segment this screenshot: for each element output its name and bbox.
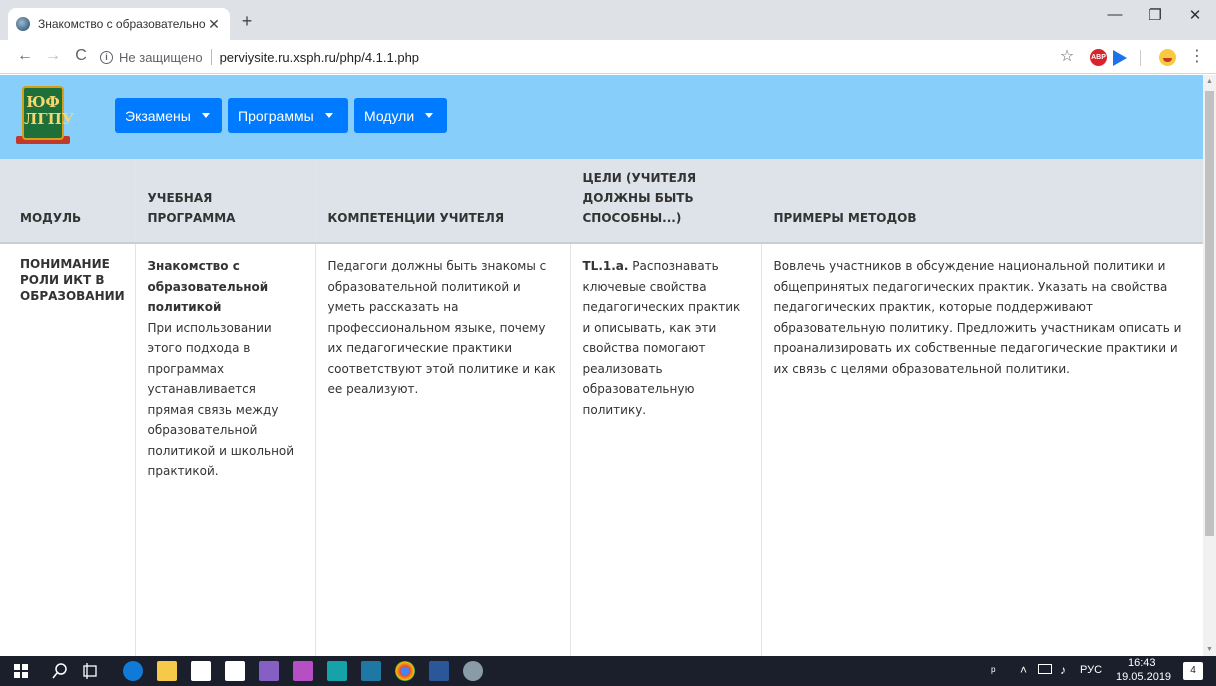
tab-close-icon[interactable]: ✕ xyxy=(206,16,222,33)
menu-exams-label: Экзамены xyxy=(125,107,191,124)
page-scrollbar[interactable]: ▲ ▼ xyxy=(1203,75,1216,656)
chevron-down-icon xyxy=(324,113,333,118)
emoji-extension-icon[interactable] xyxy=(1159,49,1176,66)
menu-modules-button[interactable]: Модули xyxy=(354,98,447,133)
program-text: При использовании этого подхода в програ… xyxy=(147,320,295,479)
windows-taskbar: ᵖ ˄ ♪ РУС 16:43 19.05.2019 4 xyxy=(0,656,1216,686)
menu-modules-label: Модули xyxy=(364,107,415,124)
network-icon[interactable] xyxy=(1038,664,1052,674)
cell-goals: TL.1.a. Распознавать ключевые свойства п… xyxy=(570,243,762,656)
scroll-down-arrow-icon[interactable]: ▼ xyxy=(1203,643,1216,656)
menu-programs-label: Программы xyxy=(238,107,314,124)
send-extension-icon[interactable] xyxy=(1113,50,1127,66)
header-methods: ПРИМЕРЫ МЕТОДОВ xyxy=(761,159,1203,244)
word-icon[interactable] xyxy=(429,661,449,681)
clock-date[interactable]: 19.05.2019 xyxy=(1116,671,1171,683)
clock-time[interactable]: 16:43 xyxy=(1128,657,1156,669)
cell-program: Знакомство с образовательной политикой П… xyxy=(135,243,316,656)
task-view-icon[interactable] xyxy=(82,663,98,679)
cell-competencies: Педагоги должны быть знакомы с образоват… xyxy=(315,243,571,656)
forward-button[interactable]: → xyxy=(42,47,64,65)
close-window-button[interactable]: ✕ xyxy=(1180,6,1210,24)
search-icon[interactable] xyxy=(52,663,68,679)
language-indicator[interactable]: РУС xyxy=(1080,664,1102,676)
tab-title: Знакомство с образовательной xyxy=(38,17,206,31)
adblock-extension-icon[interactable]: ABP xyxy=(1090,49,1107,66)
program-title: Знакомство с образовательной политикой xyxy=(147,259,269,314)
cell-methods: Вовлечь участников в обсуждение национал… xyxy=(773,259,1182,376)
browser-toolbar: ← → C i Не защищено perviysite.ru.xsph.r… xyxy=(0,40,1216,74)
url-text: perviysite.ru.xsph.ru/php/4.1.1.php xyxy=(219,49,420,65)
divider xyxy=(1140,50,1141,66)
app-3-icon[interactable] xyxy=(327,661,347,681)
site-header: ЮФ ЛГПУ Экзамены Программы Модули xyxy=(0,75,1203,159)
browser-tab[interactable]: Знакомство с образовательной ✕ xyxy=(8,8,230,40)
file-explorer-icon[interactable] xyxy=(157,661,177,681)
security-label: Не защищено xyxy=(119,49,203,65)
mail-icon[interactable] xyxy=(191,661,211,681)
tray-chevron-up-icon[interactable]: ˄ xyxy=(1020,663,1027,677)
goal-code: TL.1.a. xyxy=(582,259,629,273)
header-program: УЧЕБНАЯ ПРОГРАММА xyxy=(135,159,316,244)
menu-programs-button[interactable]: Программы xyxy=(228,98,348,133)
reload-button[interactable]: C xyxy=(70,47,92,65)
edge-icon[interactable] xyxy=(123,661,143,681)
scroll-up-arrow-icon[interactable]: ▲ xyxy=(1203,75,1216,88)
windows-start-icon[interactable] xyxy=(14,664,28,678)
divider xyxy=(210,49,212,65)
chrome-icon[interactable] xyxy=(395,661,415,681)
header-competencies: КОМПЕТЕНЦИИ УЧИТЕЛЯ xyxy=(315,159,571,244)
restore-button[interactable]: ❐ xyxy=(1140,6,1170,24)
address-bar[interactable]: i Не защищено perviysite.ru.xsph.ru/php/… xyxy=(100,45,1100,69)
phpstorm-icon[interactable] xyxy=(293,661,313,681)
back-button[interactable]: ← xyxy=(14,47,36,65)
browser-tab-strip: Знакомство с образовательной ✕ + — ❐ ✕ xyxy=(0,0,1216,40)
curriculum-table: МОДУЛЬ УЧЕБНАЯ ПРОГРАММА КОМПЕТЕНЦИИ УЧИ… xyxy=(0,159,1203,656)
people-icon[interactable]: ᵖ xyxy=(991,664,996,678)
app-diagram-icon[interactable] xyxy=(361,661,381,681)
table-header-row: МОДУЛЬ УЧЕБНАЯ ПРОГРАММА КОМПЕТЕНЦИИ УЧИ… xyxy=(0,159,1203,244)
new-tab-button[interactable]: + xyxy=(236,11,258,32)
chrome-menu-button[interactable]: ⋮ xyxy=(1188,46,1206,65)
notifications-icon[interactable]: 4 xyxy=(1183,662,1203,680)
volume-icon[interactable]: ♪ xyxy=(1060,663,1066,677)
globe-icon xyxy=(16,17,30,31)
chevron-down-icon xyxy=(201,113,210,118)
store-icon[interactable] xyxy=(225,661,245,681)
menu-exams-button[interactable]: Экзамены xyxy=(115,98,222,133)
bookmark-star-icon[interactable]: ☆ xyxy=(1058,46,1076,65)
minimize-button[interactable]: — xyxy=(1100,6,1130,23)
scrollbar-thumb[interactable] xyxy=(1205,91,1214,536)
header-goals: ЦЕЛИ (УЧИТЕЛЯ ДОЛЖНЫ БЫТЬ СПОСОБНЫ...) xyxy=(570,159,762,244)
info-icon[interactable]: i xyxy=(100,50,113,64)
site-logo[interactable]: ЮФ ЛГПУ xyxy=(22,86,74,140)
chevron-down-icon xyxy=(425,113,434,118)
goal-text: Распознавать ключевые свойства педагогич… xyxy=(582,259,741,417)
header-module: МОДУЛЬ xyxy=(0,159,136,244)
visual-studio-icon[interactable] xyxy=(259,661,279,681)
table-row: ПОНИМАНИЕ РОЛИ ИКТ В ОБРАЗОВАНИИ Знакомс… xyxy=(0,243,1203,656)
app-misc-icon[interactable] xyxy=(463,661,483,681)
cell-module: ПОНИМАНИЕ РОЛИ ИКТ В ОБРАЗОВАНИИ xyxy=(0,243,136,656)
